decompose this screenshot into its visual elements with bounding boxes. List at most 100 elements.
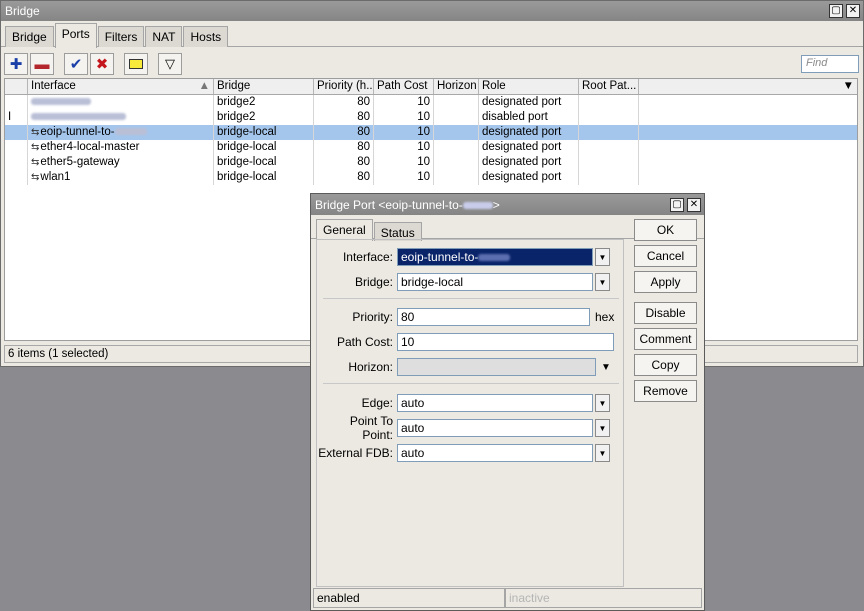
tab-ports[interactable]: Ports [54,23,97,48]
comment-button[interactable]: Comment [634,328,697,350]
row-flag [5,140,28,155]
col-interface[interactable]: Interface ▲ [28,79,214,94]
row-path-cost: 10 [374,155,434,170]
row-priority: 80 [314,155,374,170]
row-role: designated port [479,155,579,170]
toolbar: ✚ ▬ ✔ ✖ ▽ Find [1,47,863,81]
check-icon: ✔ [69,56,83,73]
col-path-cost[interactable]: Path Cost [374,79,434,94]
row-bridge: bridge2 [214,95,314,110]
row-path-cost: 10 [374,125,434,140]
table-row[interactable]: ⇆ether5-gateway bridge-local 80 10 desig… [5,155,857,170]
remove-button[interactable]: Remove [634,380,697,402]
row-role: designated port [479,95,579,110]
path-cost-input[interactable]: 10 [397,333,614,351]
tab-general[interactable]: General [316,219,373,241]
row-role: designated port [479,140,579,155]
row-root-path [579,140,639,155]
row-root-path [579,170,639,185]
row-root-path [579,125,639,140]
horizon-row: Horizon: ▼ [317,357,625,377]
chevron-down-icon[interactable]: ▼ [595,248,610,266]
tab-hosts[interactable]: Hosts [183,26,229,47]
col-bridge[interactable]: Bridge [214,79,314,94]
window-title: Bridge [5,4,40,18]
row-bridge: bridge-local [214,140,314,155]
remove-button[interactable]: ▬ [30,53,54,75]
copy-button[interactable]: Copy [634,354,697,376]
row-bridge: bridge2 [214,110,314,125]
cancel-button[interactable]: Cancel [634,245,697,267]
bridge-label: Bridge: [354,275,393,289]
comment-button[interactable] [124,53,148,75]
close-icon[interactable]: ✕ [846,4,860,18]
table-row[interactable]: I bridge2 80 10 disabled port [5,110,857,125]
table-row[interactable]: bridge2 80 10 designated port [5,95,857,110]
close-icon[interactable]: ✕ [687,197,701,212]
chevron-down-icon[interactable]: ▼ [595,444,610,462]
horizon-input[interactable] [397,358,596,376]
edge-select[interactable]: auto [397,394,593,412]
fdb-select[interactable]: auto [397,444,593,462]
horizon-toggle-icon[interactable]: ▼ [601,362,611,373]
divider [323,298,619,299]
row-role: disabled port [479,110,579,125]
row-interface: ⇆eoip-tunnel-to- [28,125,214,140]
disable-button[interactable]: Disable [634,302,697,324]
row-horizon [434,170,479,185]
interface-row: Interface: eoip-tunnel-to- ▼ [317,247,625,267]
general-form: Interface: eoip-tunnel-to- ▼ Bridge: bri… [316,239,624,587]
table-row[interactable]: ⇆ether4-local-master bridge-local 80 10 … [5,140,857,155]
row-bridge: bridge-local [214,170,314,185]
fdb-label: External FDB: [318,446,393,460]
note-icon [129,59,143,69]
chevron-down-icon[interactable]: ▼ [595,394,610,412]
restore-icon[interactable]: ▢ [829,4,843,18]
interface-select[interactable]: eoip-tunnel-to- [397,248,593,266]
chevron-down-icon[interactable]: ▼ [595,419,610,437]
columns-menu-icon[interactable]: ▼ [639,79,857,94]
restore-icon[interactable]: ▢ [670,197,684,212]
divider [323,383,619,384]
row-path-cost: 10 [374,170,434,185]
row-priority: 80 [314,125,374,140]
enable-button[interactable]: ✔ [64,53,88,75]
chevron-down-icon[interactable]: ▼ [595,273,610,291]
col-role[interactable]: Role [479,79,579,94]
tab-nat[interactable]: NAT [145,26,183,47]
table-row-selected[interactable]: ⇆eoip-tunnel-to- bridge-local 80 10 desi… [5,125,857,140]
row-flag: I [5,110,28,125]
interface-icon: ⇆ [31,142,40,153]
row-horizon [434,95,479,110]
p2p-select[interactable]: auto [397,419,593,437]
row-flag [5,125,28,140]
find-input[interactable]: Find [801,55,859,73]
dialog-titlebar[interactable]: Bridge Port <eoip-tunnel-to- > ▢ ✕ [311,194,704,215]
interface-icon: ⇆ [31,157,40,168]
path-cost-label: Path Cost: [336,335,393,349]
row-bridge: bridge-local [214,155,314,170]
row-interface: ⇆wlan1 [28,170,214,185]
row-horizon [434,110,479,125]
bridge-window-titlebar[interactable]: Bridge ▢ ✕ [1,1,863,21]
disable-button[interactable]: ✖ [90,53,114,75]
row-role: designated port [479,125,579,140]
row-path-cost: 10 [374,95,434,110]
apply-button[interactable]: Apply [634,271,697,293]
table-row[interactable]: ⇆wlan1 bridge-local 80 10 designated por… [5,170,857,185]
col-root-path[interactable]: Root Pat... [579,79,639,94]
status-enabled: enabled [313,588,505,608]
bridge-select[interactable]: bridge-local [397,273,593,291]
x-icon: ✖ [95,56,109,73]
row-flag [5,95,28,110]
col-priority[interactable]: Priority (h... [314,79,374,94]
row-horizon [434,125,479,140]
add-button[interactable]: ✚ [4,53,28,75]
priority-input[interactable]: 80 [397,308,590,326]
edge-row: Edge: auto ▼ [317,393,625,413]
tab-filters[interactable]: Filters [97,26,145,47]
tab-bridge[interactable]: Bridge [5,26,54,47]
filter-button[interactable]: ▽ [158,53,182,75]
col-horizon[interactable]: Horizon [434,79,479,94]
ok-button[interactable]: OK [634,219,697,241]
